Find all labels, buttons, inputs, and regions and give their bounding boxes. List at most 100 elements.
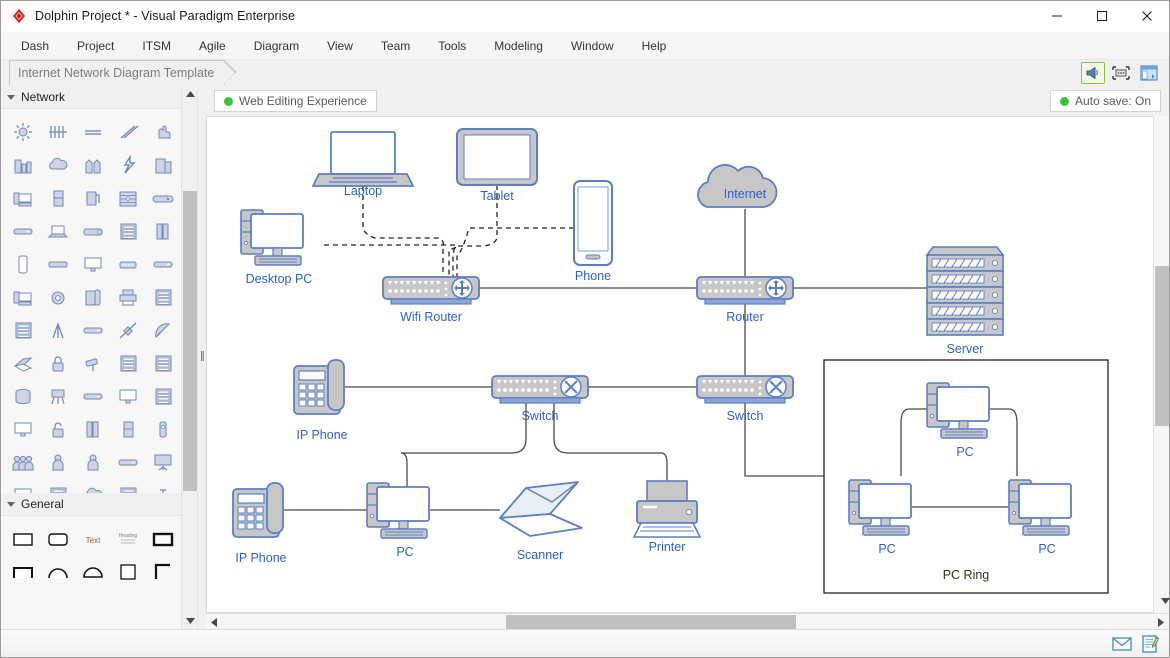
radio-tower-icon[interactable] xyxy=(42,314,74,345)
diagram-node-ip-phone-1[interactable] xyxy=(294,360,344,414)
scroll-down-icon[interactable] xyxy=(1157,593,1170,609)
open-rectangle-icon[interactable] xyxy=(7,556,39,587)
diagram-connection[interactable] xyxy=(401,403,526,487)
diagram-connection[interactable] xyxy=(901,409,927,476)
auto-save-badge[interactable]: Auto save: On xyxy=(1050,90,1161,112)
diagram-node-printer[interactable] xyxy=(634,481,700,537)
telephone-icon[interactable] xyxy=(42,281,74,312)
arc-down-icon[interactable] xyxy=(77,556,109,587)
unlock-icon[interactable] xyxy=(42,413,74,444)
menu-item-help[interactable]: Help xyxy=(628,35,681,57)
wireless-router-icon[interactable] xyxy=(147,479,179,493)
diagram-node-phone[interactable] xyxy=(574,181,612,265)
diagram-node-switch-2[interactable] xyxy=(697,376,793,403)
close-button[interactable] xyxy=(1124,1,1169,32)
menu-item-modeling[interactable]: Modeling xyxy=(480,35,557,57)
scroll-right-icon[interactable] xyxy=(1153,614,1169,630)
menu-item-window[interactable]: Window xyxy=(557,35,628,57)
cloud-icon[interactable] xyxy=(42,149,74,180)
diagram-node-tablet[interactable] xyxy=(457,129,537,185)
diagram-node-pc-ring-right[interactable] xyxy=(1009,480,1071,535)
sun-icon[interactable] xyxy=(7,116,39,147)
secure-server-icon[interactable] xyxy=(112,479,144,493)
text-icon[interactable]: Text xyxy=(77,523,109,554)
cylinder-device-icon[interactable] xyxy=(112,446,144,477)
diagram-connection[interactable] xyxy=(457,228,574,277)
patch-panel-icon[interactable] xyxy=(77,413,109,444)
router-icon[interactable] xyxy=(77,215,109,246)
wireless-device-icon[interactable] xyxy=(77,314,109,345)
menu-item-diagram[interactable]: Diagram xyxy=(240,35,313,57)
scroll-up-icon[interactable] xyxy=(182,86,197,102)
web-editing-badge[interactable]: Web Editing Experience xyxy=(214,90,377,112)
shredder-icon[interactable] xyxy=(42,380,74,411)
desktop-pc-icon[interactable] xyxy=(7,182,39,213)
phone-icon[interactable] xyxy=(7,248,39,279)
workstation-icon[interactable] xyxy=(7,281,39,312)
switch-icon[interactable] xyxy=(42,248,74,279)
canvas-vertical-scrollbar[interactable] xyxy=(1153,116,1169,613)
cctv-camera-icon[interactable] xyxy=(77,347,109,378)
screen-icon[interactable] xyxy=(112,380,144,411)
access-point-icon[interactable] xyxy=(77,380,109,411)
diagram-connection[interactable] xyxy=(324,245,457,277)
storage-rack-icon[interactable] xyxy=(147,380,179,411)
slim-device-icon[interactable] xyxy=(147,248,179,279)
diagram-node-wifi-router[interactable] xyxy=(383,277,479,304)
lightning-line-icon[interactable] xyxy=(112,116,144,147)
diagram-connection[interactable] xyxy=(363,186,444,277)
hub-icon[interactable] xyxy=(112,248,144,279)
fence-icon[interactable] xyxy=(42,116,74,147)
lock-icon[interactable] xyxy=(42,347,74,378)
diagram-node-pc-main[interactable] xyxy=(367,483,429,538)
heading-text-icon[interactable]: Heading xyxy=(112,523,144,554)
square-icon[interactable] xyxy=(112,556,144,587)
diagram-node-scanner[interactable] xyxy=(500,482,582,536)
rounded-rectangle-icon[interactable] xyxy=(42,523,74,554)
palette-scrollbar-thumb[interactable] xyxy=(183,191,197,491)
person-icon[interactable] xyxy=(77,446,109,477)
ip-phone-icon[interactable] xyxy=(77,281,109,312)
diagram-connection[interactable] xyxy=(989,409,1017,476)
diagram-node-pc-ring-top[interactable] xyxy=(927,383,989,438)
diagram-node-router[interactable] xyxy=(697,277,793,304)
bold-rectangle-icon[interactable] xyxy=(147,523,179,554)
city-buildings-icon[interactable] xyxy=(7,149,39,180)
mainframe-icon[interactable] xyxy=(112,347,144,378)
virtual-pc-icon[interactable] xyxy=(7,479,39,493)
canvas-vscroll-thumb[interactable] xyxy=(1155,266,1169,426)
diagram-connection[interactable] xyxy=(554,403,667,481)
virtual-server-icon[interactable] xyxy=(42,479,74,493)
maximize-button[interactable] xyxy=(1079,1,1124,32)
megaphone-icon[interactable] xyxy=(1081,62,1105,84)
scanner-icon[interactable] xyxy=(7,347,39,378)
database-rack-icon[interactable] xyxy=(147,347,179,378)
server-tower-icon[interactable] xyxy=(42,182,74,213)
laptop-icon[interactable] xyxy=(42,215,74,246)
satellite-icon[interactable] xyxy=(112,314,144,345)
satellite-dish-icon[interactable] xyxy=(147,314,179,345)
pc-tower-icon[interactable] xyxy=(112,413,144,444)
palette-section-general-header[interactable]: General xyxy=(1,493,197,515)
scroll-left-icon[interactable] xyxy=(206,614,222,630)
menu-item-team[interactable]: Team xyxy=(367,35,424,57)
gamepad-icon[interactable] xyxy=(147,182,179,213)
menu-item-itsm[interactable]: ITSM xyxy=(128,35,185,57)
users-group-icon[interactable] xyxy=(7,446,39,477)
scroll-down-icon[interactable] xyxy=(182,613,197,629)
rectangle-icon[interactable] xyxy=(7,523,39,554)
message-icon[interactable] xyxy=(1111,633,1133,655)
book-drives-icon[interactable] xyxy=(147,215,179,246)
presentation-board-icon[interactable] xyxy=(147,446,179,477)
database-icon[interactable] xyxy=(7,380,39,411)
menu-item-tools[interactable]: Tools xyxy=(424,35,480,57)
panel-layout-icon[interactable] xyxy=(1137,62,1161,84)
arc-up-icon[interactable] xyxy=(42,556,74,587)
menu-item-agile[interactable]: Agile xyxy=(185,35,240,57)
display-icon[interactable] xyxy=(7,413,39,444)
menu-item-project[interactable]: Project xyxy=(63,35,128,57)
corner-bracket-icon[interactable] xyxy=(147,556,179,587)
rack-icon[interactable] xyxy=(147,281,179,312)
canvas-hscroll-thumb[interactable] xyxy=(506,615,796,629)
monitor-icon[interactable] xyxy=(77,248,109,279)
